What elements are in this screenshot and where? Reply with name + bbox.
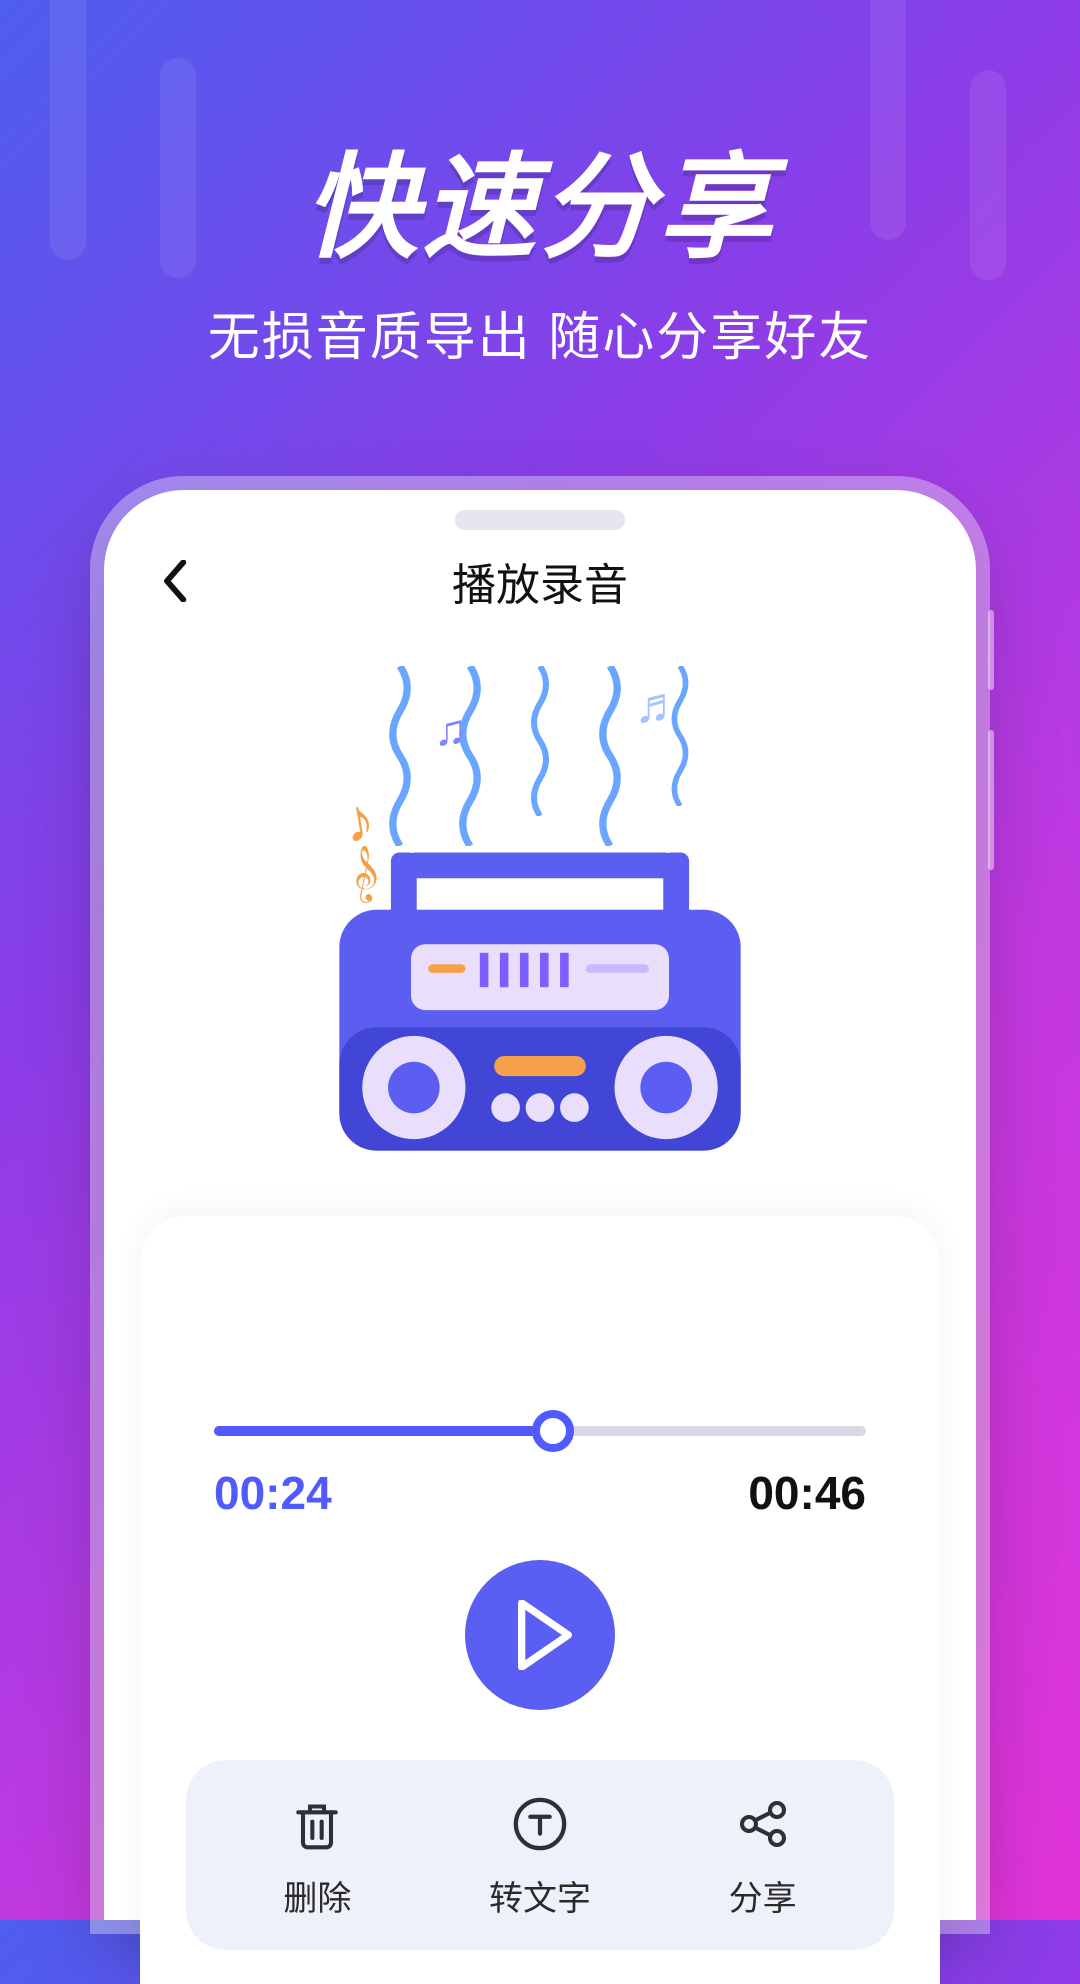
- to-text-label: 转文字: [489, 1871, 591, 1920]
- promo-subtitle: 无损音质导出 随心分享好友: [0, 295, 1080, 370]
- share-icon: [730, 1791, 796, 1857]
- to-text-button[interactable]: 转文字: [450, 1791, 630, 1920]
- share-button[interactable]: 分享: [673, 1791, 853, 1920]
- music-note-icon: 𝄞: [354, 846, 382, 902]
- progress-fill: [214, 1426, 553, 1436]
- play-icon: [515, 1600, 575, 1670]
- text-icon: [507, 1791, 573, 1857]
- progress-thumb[interactable]: [532, 1410, 574, 1452]
- sound-waves-icon: [104, 666, 976, 846]
- page-title: 播放录音: [104, 549, 976, 613]
- promo-title: 快速分享: [0, 115, 1080, 280]
- share-label: 分享: [729, 1871, 797, 1920]
- illustration-area: ♪ ♫ ♬ 𝄞: [104, 636, 976, 1176]
- time-row: 00:24 00:46: [214, 1466, 866, 1520]
- radio-icon: [325, 841, 755, 1156]
- total-time: 00:46: [748, 1466, 866, 1520]
- delete-button[interactable]: 删除: [227, 1791, 407, 1920]
- elapsed-time: 00:24: [214, 1466, 332, 1520]
- trash-icon: [284, 1791, 350, 1857]
- play-button[interactable]: [465, 1560, 615, 1710]
- progress-slider[interactable]: [214, 1426, 866, 1436]
- bottom-toolbar: 删除 转文字 分享: [186, 1760, 894, 1950]
- music-note-icon: ♫: [434, 706, 467, 756]
- music-note-icon: ♬: [634, 676, 684, 734]
- player-card: 00:24 00:46 删除: [140, 1216, 940, 1984]
- phone-mock: 播放录音 ♪ ♫ ♬ 𝄞: [104, 490, 976, 1920]
- app-header: 播放录音: [104, 526, 976, 636]
- delete-label: 删除: [283, 1871, 351, 1920]
